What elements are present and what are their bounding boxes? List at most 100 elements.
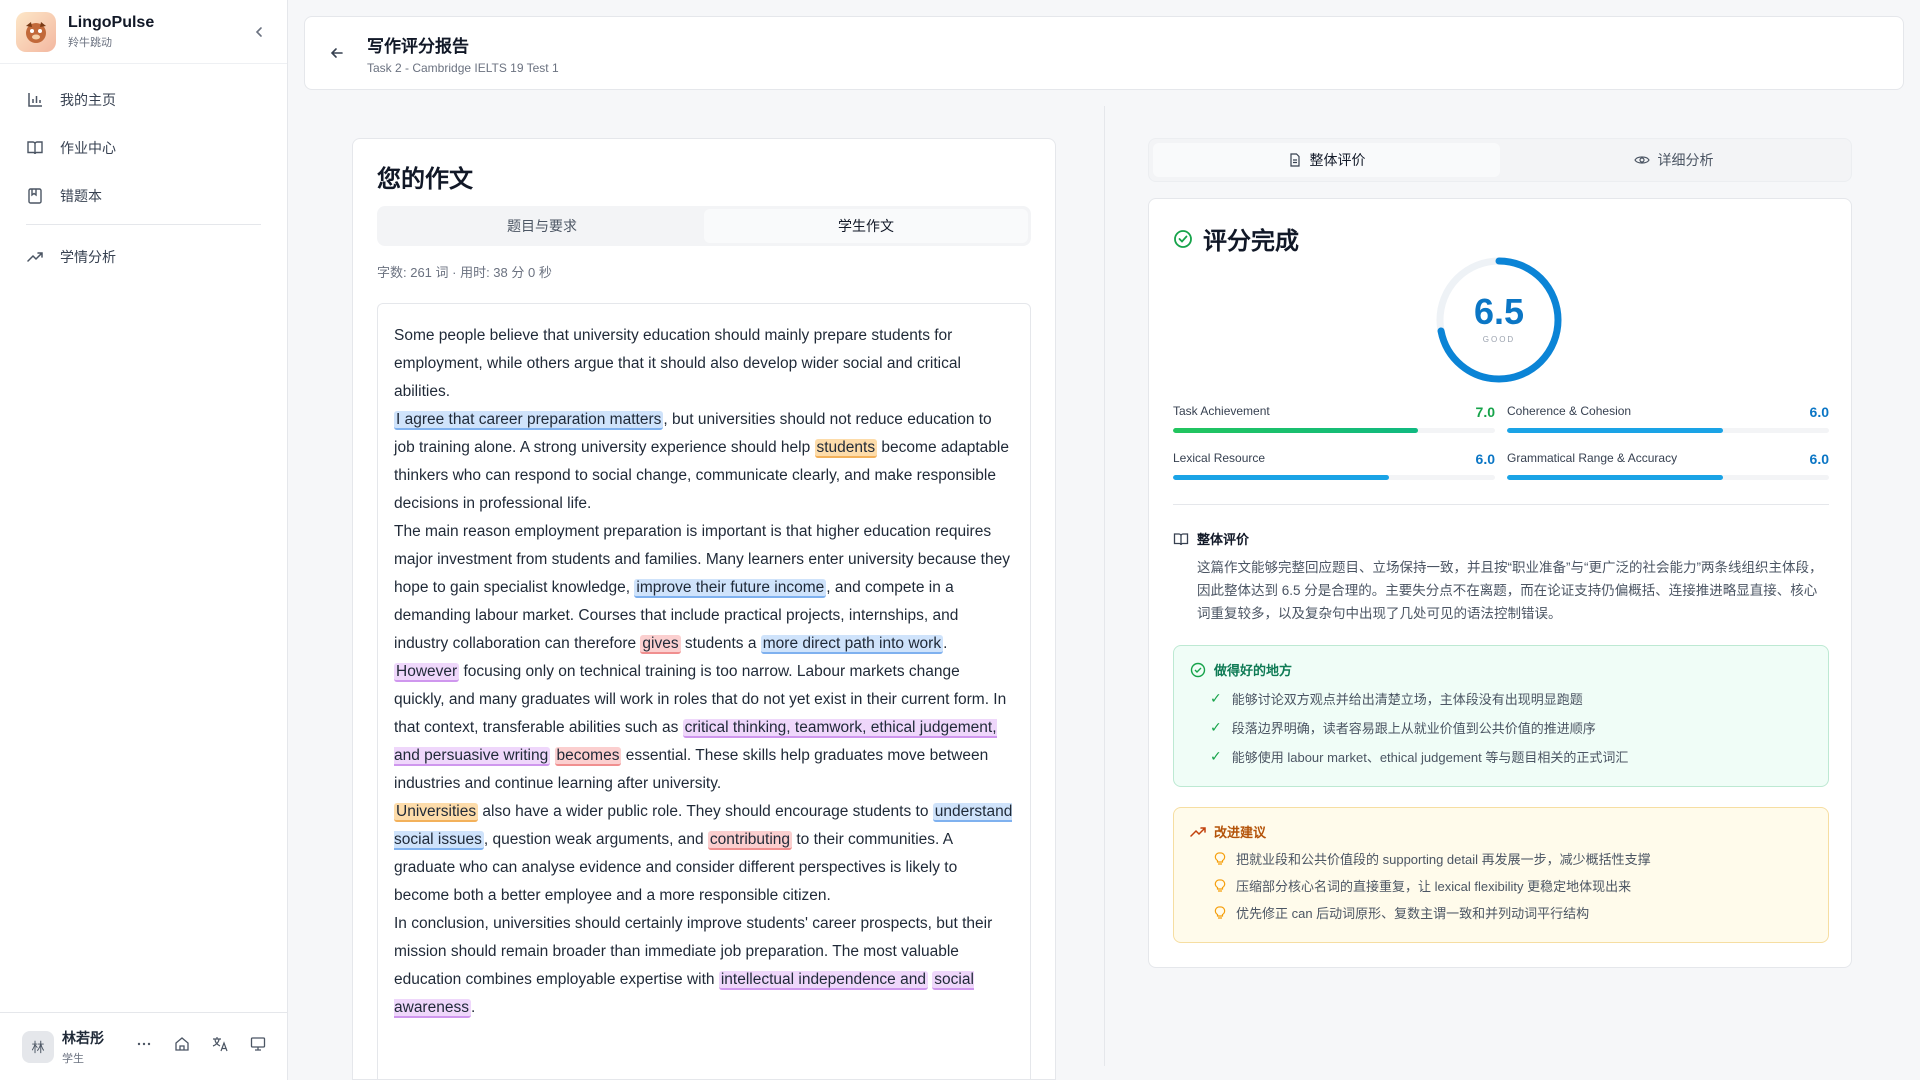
trending-up-icon	[27, 252, 43, 262]
improvements-title: 改进建议	[1214, 825, 1267, 840]
overall-text: 这篇作文能够完整回应题目、立场保持一致，并且按“职业准备”与“更广泛的社会能力”…	[1197, 560, 1823, 621]
home-icon[interactable]	[174, 1036, 190, 1057]
sidebar-item-home[interactable]: 我的主页	[12, 80, 275, 120]
sidebar-item-label: 错题本	[60, 188, 102, 204]
strengths-title: 做得好的地方	[1214, 663, 1293, 678]
sidebar-item-analytics[interactable]: 学情分析	[12, 237, 275, 277]
essay-paragraph: Universities also have a wider public ro…	[394, 803, 1013, 904]
improvement-text: 把就业段和公共价值段的 supporting detail 再发展一步，减少概括…	[1236, 852, 1651, 867]
overall-evaluation: 整体评价 这篇作文能够完整回应题目、立场保持一致，并且按“职业准备”与“更广泛的…	[1173, 529, 1829, 625]
criterion-name: Task Achievement	[1173, 404, 1270, 418]
check-circle-icon	[1174, 229, 1192, 248]
highlight-red[interactable]: contributing	[707, 831, 793, 850]
strength-item: ✓ 能够讨论双方观点并给出清楚立场，主体段没有出现明显跑题	[1190, 689, 1812, 708]
tab-student-essay[interactable]: 学生作文	[704, 209, 1028, 243]
criterion-bar	[1507, 475, 1829, 480]
translate-icon[interactable]	[212, 1036, 228, 1057]
highlight-blue[interactable]: more direct path into work	[760, 635, 944, 654]
criterion-bar	[1173, 428, 1495, 433]
improvements-box: 改进建议 把就业段和公共价值段的 supporting detail 再发展一步…	[1173, 807, 1829, 943]
bar-chart-icon	[28, 93, 42, 107]
sidebar-item-label: 学情分析	[60, 249, 116, 265]
user-bar: 林 林若彤 学生	[0, 1012, 288, 1080]
highlight-blue[interactable]: I agree that career preparation matters	[394, 411, 664, 430]
sidebar: LingoPulse 羚牛跳动 我的主页 作业中心 错题本 学情分析 林 林若彤…	[0, 0, 288, 1080]
highlight-orange[interactable]: students	[814, 439, 878, 458]
criterion-bar	[1507, 428, 1829, 433]
check-circle-icon	[1190, 662, 1206, 677]
improvement-text: 优先修正 can 后动词原形、复数主谓一致和并列动词平行结构	[1236, 906, 1590, 921]
highlight-blue[interactable]: understand social issues	[394, 803, 1013, 850]
criterion-name: Coherence & Cohesion	[1507, 404, 1632, 418]
strengths-box: 做得好的地方 ✓ 能够讨论双方观点并给出清楚立场，主体段没有出现明显跑题 ✓ 段落边…	[1173, 645, 1829, 787]
improvement-item: 把就业段和公共价值段的 supporting detail 再发展一步，减少概括…	[1190, 849, 1812, 868]
user-role: 学生	[62, 1052, 84, 1065]
strength-item: ✓ 段落边界明确，读者容易跟上从就业价值到公共价值的推进顺序	[1190, 718, 1812, 737]
sidebar-item-mistakes[interactable]: 错题本	[12, 176, 275, 216]
trending-up-icon	[1190, 826, 1206, 837]
book-open-icon	[1173, 532, 1189, 545]
essay-card: 您的作文 题目与要求 学生作文 字数: 261 词 · 用时: 38 分 0 秒…	[352, 138, 1056, 1080]
essay-meta: 字数: 261 词 · 用时: 38 分 0 秒	[377, 265, 552, 280]
strength-text: 能够使用 labour market、ethical judgement 等与题…	[1231, 750, 1629, 765]
highlight-blue[interactable]: improve their future income	[634, 579, 827, 598]
sidebar-item-assignments[interactable]: 作业中心	[12, 128, 275, 168]
brand: LingoPulse 羚牛跳动	[0, 0, 287, 64]
arrow-left-icon	[330, 48, 343, 58]
tab-label: 详细分析	[1657, 152, 1714, 168]
tab-prompt[interactable]: 题目与要求	[380, 209, 704, 243]
highlight-red[interactable]: becomes	[554, 747, 622, 766]
score-ring: 6.5 GOOD	[1434, 255, 1564, 385]
essay-paragraph: Some people believe that university educ…	[394, 327, 961, 400]
criterion-bar-fill	[1173, 428, 1418, 433]
more-options-icon[interactable]	[136, 1036, 152, 1057]
highlight-purple[interactable]: critical thinking, teamwork, ethical jud…	[394, 719, 997, 766]
essay-paragraph: I agree that career preparation matters,…	[394, 411, 1009, 512]
user-name: 林若彤	[62, 1029, 104, 1046]
overall-title: 整体评价	[1197, 532, 1250, 547]
lightbulb-icon	[1214, 905, 1226, 919]
highlight-purple[interactable]: However	[394, 663, 460, 682]
avatar[interactable]: 林	[22, 1030, 54, 1063]
criterion-task-achievement: Task Achievement 7.0	[1173, 404, 1495, 433]
criterion-bar-fill	[1173, 475, 1389, 480]
essay-text: Some people believe that university educ…	[377, 303, 1031, 1079]
brand-subtitle: 羚牛跳动	[68, 36, 112, 49]
improvement-item: 压缩部分核心名词的直接重复，让 lexical flexibility 更稳定地…	[1190, 876, 1812, 895]
overall-score: 6.5	[1473, 291, 1525, 332]
strength-item: ✓ 能够使用 labour market、ethical judgement 等与…	[1190, 747, 1812, 766]
lightbulb-icon	[1214, 851, 1226, 865]
tab-detail[interactable]: 详细分析	[1500, 143, 1847, 177]
improvement-item: 优先修正 can 后动词原形、复数主谓一致和并列动词平行结构	[1190, 903, 1812, 922]
essay-tabs: 题目与要求 学生作文	[377, 206, 1031, 246]
highlight-orange[interactable]: Universities	[394, 803, 479, 822]
back-button[interactable]	[325, 41, 349, 65]
nav-divider	[26, 224, 261, 225]
sidebar-nav: 我的主页 作业中心 错题本 学情分析	[0, 64, 287, 301]
score-card-title-text: 评分完成	[1203, 228, 1299, 255]
criterion-bar-fill	[1507, 475, 1723, 480]
check-icon: ✓	[1210, 719, 1222, 735]
criterion-bar	[1173, 475, 1495, 480]
sidebar-item-label: 我的主页	[60, 92, 116, 108]
criterion-score: 7.0	[1475, 404, 1495, 420]
highlight-red[interactable]: gives	[640, 635, 681, 654]
brand-name: LingoPulse	[68, 13, 155, 31]
criterion-name: Lexical Resource	[1173, 451, 1266, 465]
criterion-score: 6.0	[1809, 404, 1829, 420]
highlight-purple[interactable]: intellectual independence and	[718, 971, 928, 990]
collapse-sidebar-button[interactable]	[247, 20, 271, 44]
tab-overall[interactable]: 整体评价	[1153, 143, 1500, 177]
notebook-icon	[28, 188, 42, 204]
criterion-grammar: Grammatical Range & Accuracy 6.0	[1507, 451, 1829, 480]
sidebar-item-label: 作业中心	[60, 140, 116, 156]
monitor-icon[interactable]	[250, 1036, 266, 1057]
improvement-text: 压缩部分核心名词的直接重复，让 lexical flexibility 更稳定地…	[1236, 879, 1632, 894]
page-title: 写作评分报告	[367, 36, 469, 56]
essay-title: 您的作文	[377, 166, 473, 193]
report-tabs: 整体评价 详细分析	[1148, 138, 1852, 182]
page-subtitle: Task 2 - Cambridge IELTS 19 Test 1	[367, 60, 559, 75]
brand-logo	[16, 11, 56, 52]
chevron-left-icon	[255, 26, 262, 37]
page-header: 写作评分报告 Task 2 - Cambridge IELTS 19 Test …	[304, 16, 1904, 90]
